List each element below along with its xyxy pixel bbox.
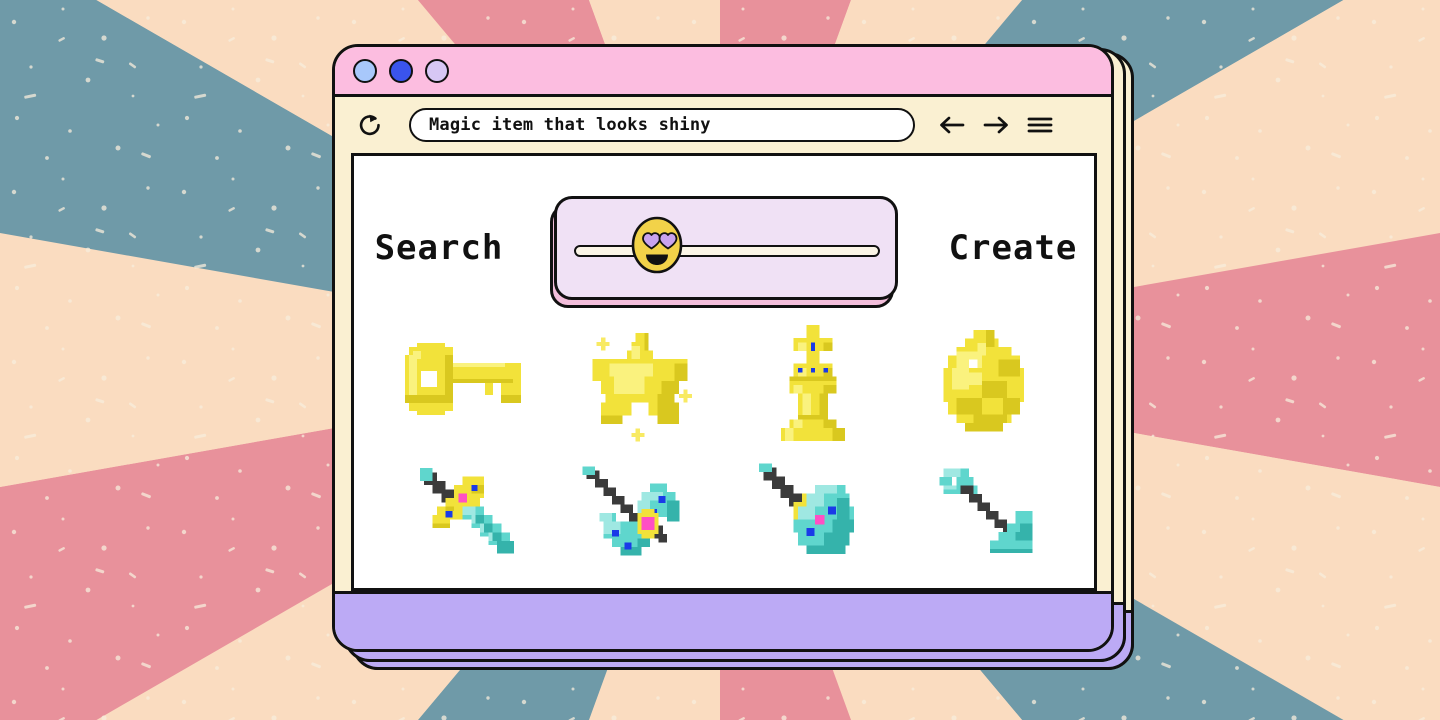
- mode-slider-thumb[interactable]: [629, 213, 685, 277]
- results-grid: [354, 300, 1094, 578]
- window-button-1[interactable]: [353, 58, 377, 83]
- arrow-right-icon[interactable]: [981, 110, 1011, 140]
- window-button-3[interactable]: [425, 58, 449, 83]
- mode-label-search[interactable]: Search: [354, 228, 524, 268]
- result-chess-king[interactable]: [726, 318, 899, 448]
- mode-slider-track[interactable]: [574, 245, 880, 257]
- mode-selector: Search Create: [354, 156, 1094, 308]
- slider-panel-body: [554, 196, 898, 300]
- result-battle-axe[interactable]: [553, 448, 726, 578]
- window-titlebar: [335, 47, 1111, 97]
- window-button-2[interactable]: [389, 58, 413, 83]
- window-footer: [335, 591, 1111, 649]
- result-key[interactable]: [380, 318, 553, 448]
- result-gold-nugget[interactable]: [899, 318, 1072, 448]
- result-star[interactable]: [553, 318, 726, 448]
- content-panel: Search Create: [351, 153, 1097, 591]
- mode-slider-panel: [550, 196, 898, 308]
- reload-icon[interactable]: [351, 106, 389, 144]
- mode-label-create[interactable]: Create: [928, 228, 1094, 268]
- result-hammer[interactable]: [726, 448, 899, 578]
- url-text: Magic item that looks shiny: [429, 115, 711, 135]
- arrow-left-icon[interactable]: [937, 110, 967, 140]
- result-arrow[interactable]: [899, 448, 1072, 578]
- hamburger-menu-icon[interactable]: [1025, 110, 1055, 140]
- result-dagger[interactable]: [380, 448, 553, 578]
- url-input[interactable]: Magic item that looks shiny: [409, 108, 915, 142]
- browser-window: Magic item that looks shiny Search Creat…: [332, 44, 1114, 652]
- browser-toolbar: Magic item that looks shiny: [335, 97, 1111, 153]
- heart-eyes-emoji: [631, 216, 682, 274]
- content-area: Search Create: [354, 156, 1094, 588]
